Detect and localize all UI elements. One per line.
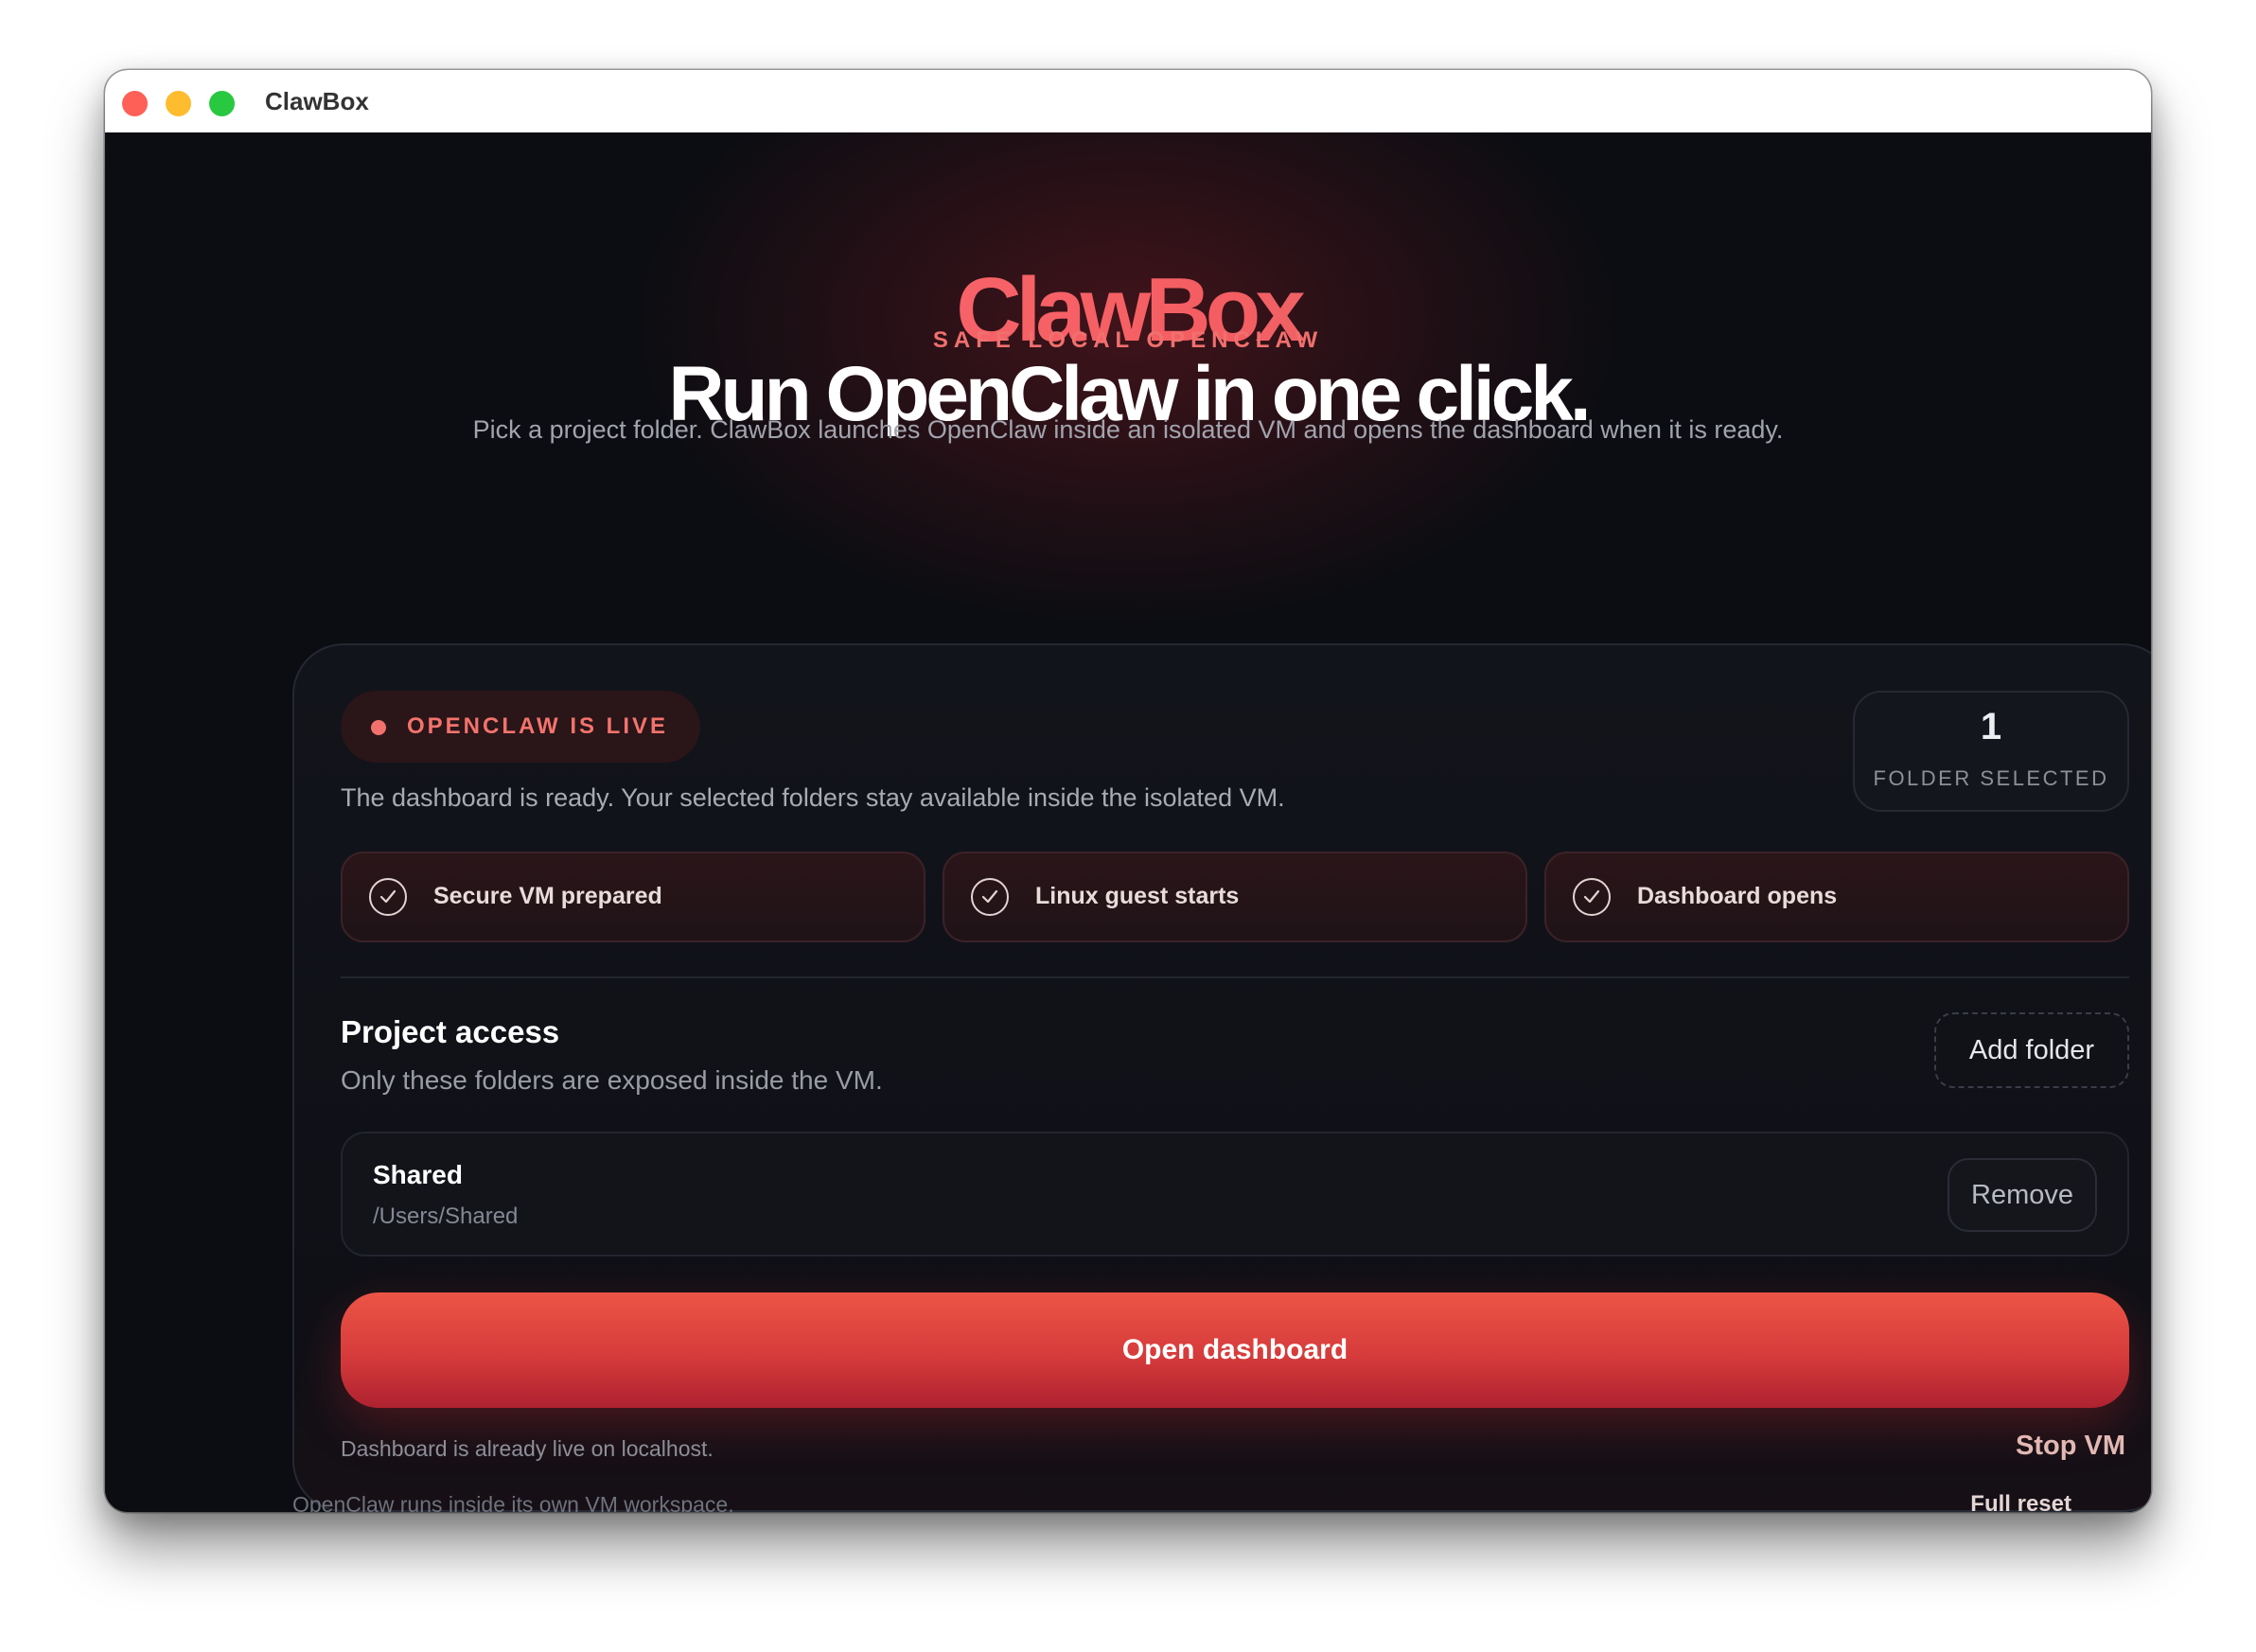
check-circle-icon (1573, 878, 1611, 916)
full-reset-button[interactable]: Full reset (1970, 1491, 2071, 1512)
status-description: The dashboard is ready. Your selected fo… (341, 783, 1285, 812)
folder-list-item: Shared /Users/Shared Remove (341, 1132, 2129, 1257)
step-secure-vm: Secure VM prepared (341, 852, 925, 942)
dashboard-live-note: Dashboard is already live on localhost. (341, 1436, 714, 1461)
close-window-button[interactable] (122, 91, 148, 116)
zoom-window-button[interactable] (209, 91, 235, 116)
project-access-title: Project access (341, 1014, 560, 1049)
folder-count-label: FOLDER SELECTED (1873, 766, 2109, 790)
add-folder-button[interactable]: Add folder (1934, 1012, 2129, 1088)
tagline: SAFE LOCAL OPENCLAW (932, 327, 1324, 353)
launch-card: OPENCLAW IS LIVE The dashboard is ready.… (292, 643, 2151, 1512)
folder-path: /Users/Shared (373, 1204, 519, 1229)
project-access-description: Only these folders are exposed inside th… (341, 1065, 883, 1095)
app-window: ClawBox ClawBox SAFE LOCAL OPENCLAW Run … (105, 70, 2151, 1512)
section-divider (341, 976, 2129, 978)
folder-count-card: 1 FOLDER SELECTED (1853, 691, 2129, 812)
page-subtitle: Pick a project folder. ClawBox launches … (472, 415, 1784, 444)
live-indicator-icon (371, 720, 386, 735)
stop-vm-button[interactable]: Stop VM (2016, 1431, 2125, 1462)
check-circle-icon (971, 878, 1009, 916)
step-label: Linux guest starts (1035, 883, 1240, 909)
folder-name: Shared (373, 1160, 463, 1189)
footer-note: OpenClaw runs inside its own VM workspac… (292, 1492, 734, 1512)
status-badge-label: OPENCLAW IS LIVE (407, 713, 669, 739)
step-dashboard-opens: Dashboard opens (1544, 852, 2129, 942)
status-badge: OPENCLAW IS LIVE (341, 691, 701, 763)
folder-count: 1 (1980, 706, 2002, 747)
step-label: Secure VM prepared (433, 883, 662, 909)
minimize-window-button[interactable] (166, 91, 191, 116)
main-content: ClawBox SAFE LOCAL OPENCLAW Run OpenClaw… (105, 132, 2151, 1512)
step-label: Dashboard opens (1637, 883, 1838, 909)
step-linux-guest: Linux guest starts (943, 852, 1527, 942)
open-dashboard-button[interactable]: Open dashboard (341, 1292, 2129, 1408)
remove-folder-button[interactable]: Remove (1948, 1158, 2097, 1232)
title-bar: ClawBox (105, 70, 2151, 133)
check-circle-icon (369, 878, 407, 916)
window-title: ClawBox (265, 87, 369, 115)
